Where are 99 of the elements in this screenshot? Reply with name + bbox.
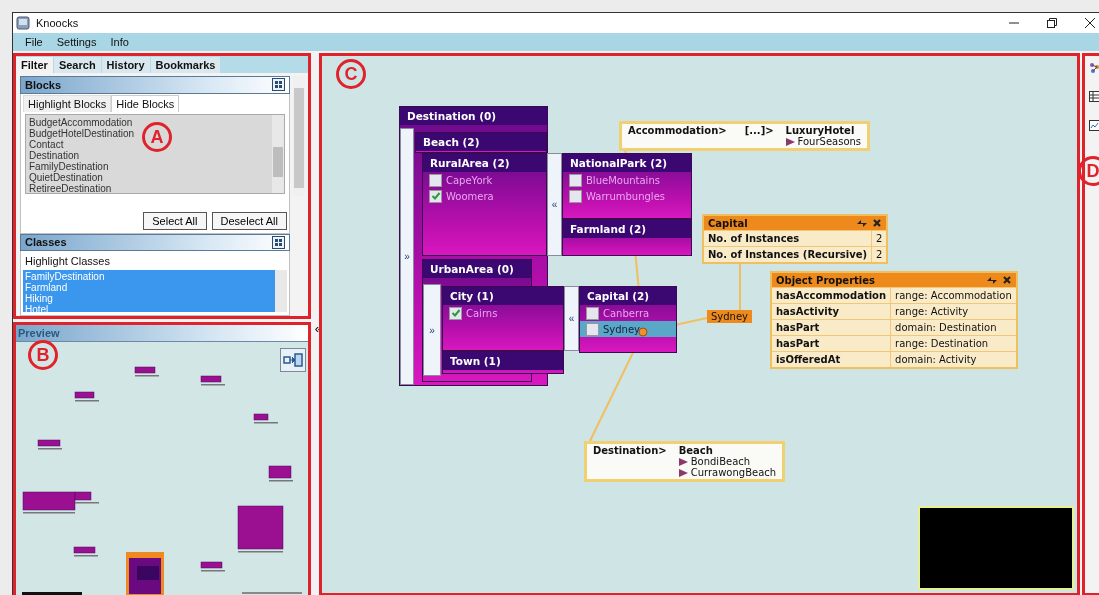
property-value: 2 xyxy=(872,230,887,246)
anchor-dot xyxy=(638,327,648,337)
property-value: domain: Activity xyxy=(891,351,1016,367)
list-item[interactable]: BudgetAccommodation xyxy=(29,116,133,128)
annotation-marker: A xyxy=(142,122,172,152)
block-title: Destination (0) xyxy=(400,107,547,125)
checkbox[interactable] xyxy=(569,189,582,203)
checkbox[interactable] xyxy=(429,189,442,203)
property-name: hasAccommodation xyxy=(772,287,892,303)
app-icon xyxy=(16,16,30,30)
menu-item[interactable]: Settings xyxy=(56,36,97,48)
block-title: City (1) xyxy=(443,287,563,305)
instance-label: Cairns xyxy=(466,307,498,319)
property-value: 2 xyxy=(872,246,887,262)
close-icon[interactable] xyxy=(872,218,883,228)
section-title: Blocks xyxy=(25,78,62,91)
annotation-marker: B xyxy=(28,340,58,370)
annotation-marker: D xyxy=(1078,156,1099,186)
property-name: hasPart xyxy=(772,335,892,351)
section-title: Classes xyxy=(25,236,67,249)
class-block[interactable]: Beach (2) xyxy=(415,132,547,153)
property-value: range: Accommodation xyxy=(891,287,1016,303)
panel-tab[interactable]: History xyxy=(101,57,150,73)
annotation-marker: C xyxy=(336,59,366,89)
class-block[interactable]: NationalPark (2) BlueMountains Warrumbungles xyxy=(562,153,692,219)
instance-label: BondiBeach xyxy=(690,456,751,467)
grid-icon[interactable] xyxy=(272,78,285,92)
block-title: RuralArea (2) xyxy=(423,154,546,172)
instance-label: Warrumbungles xyxy=(586,190,665,202)
class-block[interactable]: Farmland (2) xyxy=(562,219,692,256)
panel-tab[interactable]: Search xyxy=(53,57,101,73)
instance-label: CurrawongBeach xyxy=(690,467,777,478)
checkbox[interactable] xyxy=(569,173,582,187)
block-title: Farmland (2) xyxy=(563,220,691,238)
panel-tab[interactable]: Bookmarks xyxy=(150,57,221,73)
instance-label: BlueMountains xyxy=(586,174,660,186)
table-icon[interactable] xyxy=(1089,91,1099,102)
property-name: isOfferedAt xyxy=(772,351,892,367)
checkbox[interactable] xyxy=(586,322,599,336)
block-title: NationalPark (2) xyxy=(563,154,691,172)
action-button[interactable]: Deselect All xyxy=(211,211,287,230)
toggle-icon xyxy=(283,353,303,367)
checkbox[interactable] xyxy=(449,306,462,320)
property-name: No. of Instances xyxy=(704,230,873,246)
view-toggle-button[interactable] xyxy=(280,348,306,372)
path-step: [...]> xyxy=(744,125,774,147)
block-title: UrbanArea (0) xyxy=(423,260,531,278)
list-item[interactable]: Destination xyxy=(29,149,80,161)
instance-label: Sydney xyxy=(603,323,641,335)
grid-icon[interactable] xyxy=(272,235,285,249)
info-title: Object Properties xyxy=(776,274,876,286)
instance-tag[interactable]: Sydney xyxy=(707,310,753,323)
property-name: hasPart xyxy=(772,319,892,335)
panel-tab[interactable]: Filter xyxy=(16,57,53,73)
restore-icon[interactable] xyxy=(1046,17,1058,29)
close-icon[interactable] xyxy=(1084,17,1096,29)
class-block[interactable]: UrbanArea (0) » City (1) Cairns « Capital (2) Canberra Sydney Town (1) xyxy=(422,259,677,382)
instance-label: Woomera xyxy=(446,190,494,202)
property-value: range: Activity xyxy=(891,303,1016,319)
instance-label: Canberra xyxy=(603,307,650,319)
class-block[interactable]: RuralArea (2) CapeYork Woomera « NationalPark (2) BlueMountains Warrumbungles Farmland (2) xyxy=(422,153,692,256)
instance-label: FourSeasons xyxy=(797,136,862,147)
list-item[interactable]: QuietDestination xyxy=(29,171,103,183)
chart-icon[interactable] xyxy=(1089,120,1099,131)
expand-toggle[interactable]: » xyxy=(400,128,414,385)
instance-row[interactable]: Sydney xyxy=(580,321,676,337)
scrollbar[interactable] xyxy=(275,270,287,312)
property-name: No. of Instances (Recursive) xyxy=(704,246,873,262)
sub-tab[interactable]: Hide Blocks xyxy=(111,94,180,112)
info-title: Capital xyxy=(708,217,749,229)
list-item[interactable]: RetireeDestination xyxy=(29,182,112,194)
list-item[interactable]: BudgetHotelDestination xyxy=(29,127,135,139)
list-label: Highlight Classes xyxy=(24,254,111,269)
close-icon[interactable] xyxy=(1001,275,1012,285)
window-title: Knoocks xyxy=(36,17,79,29)
menu-item[interactable]: Info xyxy=(110,36,129,48)
list-item[interactable]: Contact xyxy=(29,138,64,150)
scrollbar[interactable] xyxy=(272,114,284,193)
property-name: hasActivity xyxy=(772,303,892,319)
section-title: Preview xyxy=(18,327,60,339)
path-target: LuxuryHotel xyxy=(785,125,855,136)
action-button[interactable]: Select All xyxy=(143,211,207,230)
path-target: Beach xyxy=(678,445,714,456)
class-block[interactable]: Capital (2) Canberra Sydney xyxy=(579,286,677,353)
expand-toggle[interactable]: « xyxy=(547,153,562,256)
property-value: range: Destination xyxy=(891,335,1016,351)
checkbox[interactable] xyxy=(586,306,599,320)
block-title: Capital (2) xyxy=(580,287,676,305)
expand-toggle[interactable]: « xyxy=(564,286,579,351)
property-value: domain: Destination xyxy=(891,319,1016,335)
network-icon[interactable] xyxy=(1089,62,1099,73)
triangle-icon xyxy=(785,137,795,146)
menu-item[interactable]: File xyxy=(25,36,43,48)
checkbox[interactable] xyxy=(429,173,442,187)
instance-label: CapeYork xyxy=(446,174,493,186)
path-step: Destination> xyxy=(593,445,667,478)
list-item[interactable]: FamilyDestination xyxy=(29,160,109,172)
expand-toggle[interactable]: » xyxy=(423,284,441,376)
sub-tab[interactable]: Highlight Blocks xyxy=(23,94,112,112)
